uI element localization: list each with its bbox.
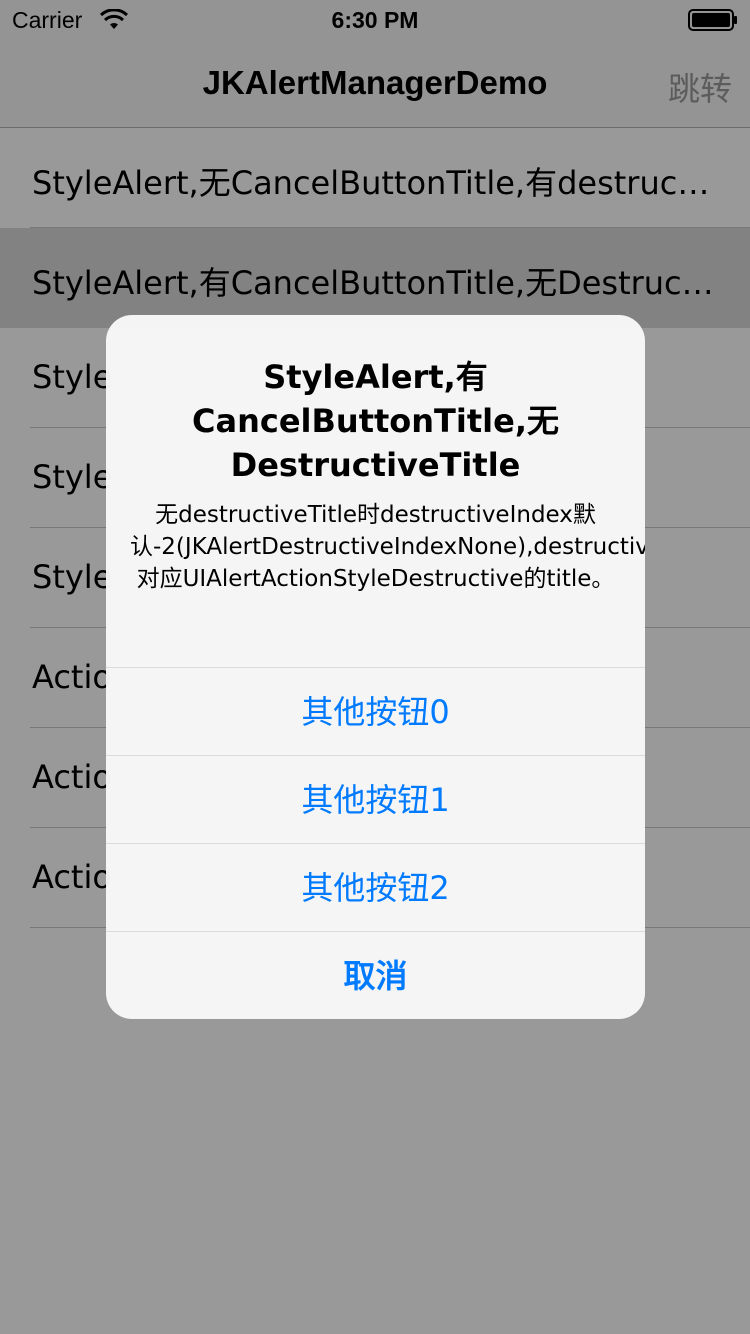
alert-message: 无destructiveTitle时destructiveIndex默认-2(J…: [130, 502, 645, 592]
other-button-2[interactable]: 其他按钮2: [106, 843, 645, 931]
alert-title: StyleAlert,有CancelButtonTitle,无Destructi…: [192, 358, 559, 484]
other-button-0[interactable]: 其他按钮0: [106, 667, 645, 755]
cancel-button[interactable]: 取消: [106, 931, 645, 1019]
alert-dialog: StyleAlert,有CancelButtonTitle,无Destructi…: [106, 315, 645, 1019]
other-button-1[interactable]: 其他按钮1: [106, 755, 645, 843]
screen: Carrier 6:30 PM JKAlertManagerDemo 跳转 St…: [0, 0, 750, 1334]
